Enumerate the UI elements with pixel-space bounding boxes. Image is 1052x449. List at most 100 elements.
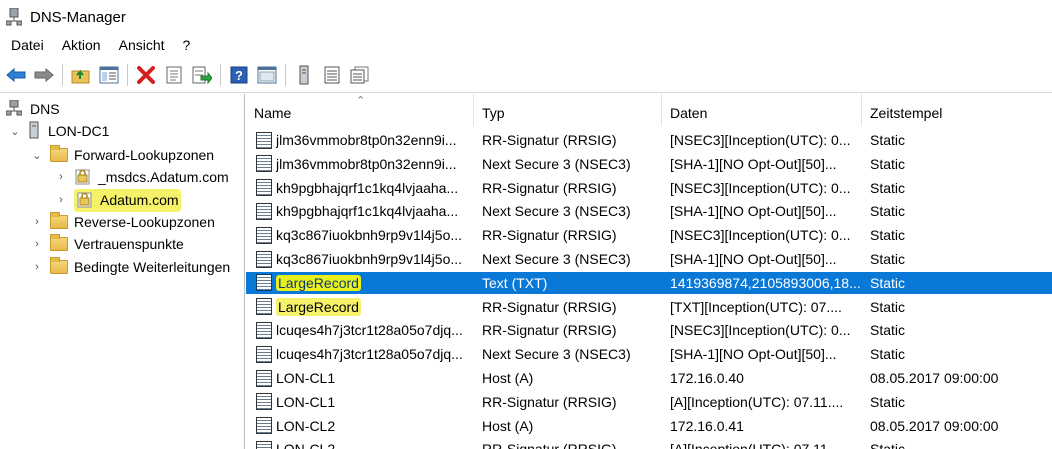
table-row[interactable]: jlm36vmmobr8tp0n32enn9i... RR-Signatur (R… <box>246 129 1052 151</box>
chevron-down-icon[interactable]: ⌄ <box>8 124 22 138</box>
record-list[interactable]: ⌃ Name Typ Daten Zeitstempel jlm36vmmobr… <box>246 94 1052 449</box>
tree-item-trust-points[interactable]: › Vertrauenspunkte <box>30 233 184 255</box>
zone-lock-icon <box>76 190 94 211</box>
cell-name: LON-CL1 <box>246 393 474 411</box>
table-row[interactable]: LON-CL1 RR-Signatur (RRSIG) [A][Inception(… <box>246 391 1052 413</box>
table-row[interactable]: kh9pgbhajqrf1c1kq4lvjaaha... Next Secure … <box>246 200 1052 222</box>
cell-timestamp: Static <box>870 251 906 267</box>
tree-item-server[interactable]: ⌄ LON-DC1 <box>8 120 109 142</box>
cell-timestamp: Static <box>862 441 1052 449</box>
record-icon <box>256 250 272 268</box>
record-icon <box>256 417 272 435</box>
cell-name: LON-CL1 <box>246 369 474 387</box>
tree-item-adatum[interactable]: › Adatum.com <box>54 188 181 212</box>
export-icon[interactable] <box>190 63 214 87</box>
record-icon <box>256 345 272 363</box>
cell-timestamp: Static <box>870 132 906 148</box>
record-icon <box>256 131 272 149</box>
cell-timestamp: Static <box>870 155 906 172</box>
table-row[interactable]: jlm36vmmobr8tp0n32enn9i... Next Secure 3 … <box>246 153 1052 175</box>
column-label: Typ <box>482 105 505 121</box>
console-icon[interactable] <box>255 63 279 87</box>
toolbar-separator <box>285 64 286 86</box>
cell-data: [A][Inception(UTC): 07.11.... <box>662 441 862 449</box>
tree-item-reverse-zones[interactable]: › Reverse-Lookupzonen <box>30 211 215 233</box>
record-icon <box>256 369 272 387</box>
title-bar: DNS-Manager <box>0 0 1052 34</box>
forward-icon[interactable] <box>32 63 56 87</box>
menu-aktion[interactable]: Aktion <box>51 37 108 53</box>
cell-timestamp: Static <box>870 298 906 315</box>
dns-manager-icon <box>5 7 23 26</box>
tree-label: Reverse-Lookupzonen <box>74 214 215 230</box>
zone-highlight: Adatum.com <box>74 188 181 212</box>
cell-timestamp: 08.05.2017 09:00:00 <box>870 370 999 386</box>
cell-type: Next Secure 3 (NSEC3) <box>482 155 631 172</box>
cell-timestamp: Static <box>870 179 906 196</box>
chevron-right-icon[interactable]: › <box>54 193 68 207</box>
table-row[interactable]: LON-CL1 Host (A) 172.16.0.40 08.05.2017 09:… <box>246 367 1052 389</box>
cell-data: 1419369874,2105893006,18... <box>670 274 861 291</box>
tree-label: Forward-Lookupzonen <box>74 147 215 163</box>
record-name: lcuqes4h7j3tcr1t28a05o7djq... <box>276 322 463 339</box>
chevron-right-icon[interactable]: › <box>30 260 44 274</box>
record-name: LON-CL1 <box>276 393 336 410</box>
show-hide-tree-icon[interactable] <box>97 63 121 87</box>
cell-type: RR-Signatur (RRSIG) <box>482 393 617 410</box>
cell-name: LargeRecord <box>246 274 474 292</box>
column-header-name[interactable]: ⌃ Name <box>246 94 474 126</box>
table-row[interactable]: LargeRecord RR-Signatur (RRSIG) [TXT][Ince… <box>246 296 1052 318</box>
svg-text:?: ? <box>235 68 243 83</box>
tree-item-forward-zones[interactable]: ⌄ Forward-Lookupzonen <box>30 144 214 166</box>
back-icon[interactable] <box>4 63 28 87</box>
tree-item-msdcs[interactable]: › _msdcs.Adatum.com <box>54 166 229 188</box>
table-row[interactable]: kh9pgbhajqrf1c1kq4lvjaaha... RR-Signatur … <box>246 177 1052 199</box>
zone-icon[interactable] <box>320 63 344 87</box>
menu-ansicht[interactable]: Ansicht <box>108 37 172 53</box>
cell-timestamp: Static <box>870 274 906 291</box>
tree-item-conditional-forwarders[interactable]: › Bedingte Weiterleitungen <box>30 256 230 278</box>
delete-icon[interactable] <box>134 63 158 87</box>
menu-datei[interactable]: Datei <box>0 37 51 53</box>
cell-type: RR-Signatur (RRSIG) <box>474 441 662 449</box>
table-row[interactable]: lcuqes4h7j3tcr1t28a05o7djq... Next Secure… <box>246 343 1052 365</box>
properties-icon[interactable] <box>162 63 186 87</box>
record-icon <box>256 298 272 316</box>
cell-name: LON-CL2 <box>246 417 474 435</box>
help-icon[interactable]: ? <box>227 63 251 87</box>
server-icon[interactable] <box>292 63 316 87</box>
table-row[interactable]: LON-CL2 RR-Signatur (RRSIG)[A][Inception(… <box>246 438 1052 449</box>
table-row[interactable]: lcuqes4h7j3tcr1t28a05o7djq... RR-Signatur… <box>246 319 1052 341</box>
cell-name: LON-CL2 <box>246 440 474 449</box>
chevron-right-icon[interactable]: › <box>30 237 44 251</box>
column-header-data[interactable]: Daten <box>662 94 862 126</box>
cell-data: 172.16.0.41 <box>670 417 744 434</box>
cell-type: RR-Signatur (RRSIG) <box>482 227 617 244</box>
column-label: Name <box>254 105 292 121</box>
record-icon <box>256 202 272 220</box>
tree-label: LON-DC1 <box>48 123 110 139</box>
table-row[interactable]: kq3c867iuokbnh9rp9v1l4j5o... Next Secure … <box>246 248 1052 270</box>
chevron-right-icon[interactable]: › <box>54 170 68 184</box>
cell-data: [NSEC3][Inception(UTC): 0... <box>670 132 851 148</box>
table-row[interactable]: kq3c867iuokbnh9rp9v1l4j5o... RR-Signatur … <box>246 224 1052 246</box>
chevron-right-icon[interactable]: › <box>30 215 44 229</box>
column-header-timestamp[interactable]: Zeitstempel <box>862 94 1052 126</box>
record-icon <box>256 393 272 411</box>
chevron-down-icon[interactable]: ⌄ <box>30 148 44 162</box>
table-row[interactable]: LargeRecord Text (TXT) 1419369874,21058930… <box>246 271 1052 294</box>
table-row[interactable]: LON-CL2 Host (A) 172.16.0.41 08.05.2017 09:… <box>246 415 1052 437</box>
tree-label: Bedingte Weiterleitungen <box>74 259 231 275</box>
record-name: LON-CL2 <box>276 441 335 449</box>
cell-timestamp: Static <box>870 346 906 363</box>
tree-pane[interactable]: DNS ⌄ LON-DC1 ⌄ Forward-Lookupzonen › _m… <box>0 94 245 449</box>
cell-name: jlm36vmmobr8tp0n32enn9i... <box>246 131 474 149</box>
folder-icon <box>50 212 68 229</box>
column-header-type[interactable]: Typ <box>474 94 662 126</box>
cell-type: RR-Signatur (RRSIG) <box>482 322 617 339</box>
up-folder-icon[interactable] <box>69 63 93 87</box>
cell-data: 172.16.0.40 <box>670 370 744 386</box>
tree-item-dns[interactable]: DNS <box>5 98 60 120</box>
menu-help[interactable]: ? <box>172 37 198 53</box>
records-icon[interactable] <box>348 63 372 87</box>
